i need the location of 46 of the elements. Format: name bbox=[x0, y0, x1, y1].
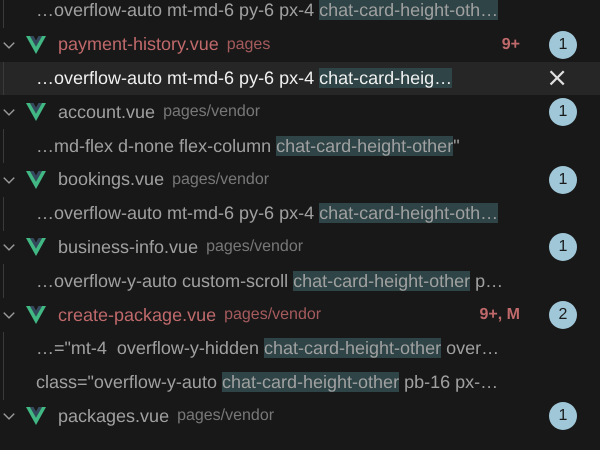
match-text: …overflow-auto mt-md-6 py-6 px-4 chat-card-height-oth… bbox=[36, 0, 498, 22]
file-path: pages/vendor bbox=[177, 407, 274, 426]
match-text: …="mt-4 overflow-y-hidden chat-card-height-other over… bbox=[36, 338, 500, 360]
match-text: class="overflow-y-auto chat-card-height-other pb-16 px-… bbox=[36, 372, 498, 394]
dismiss-button[interactable]: × bbox=[542, 65, 572, 92]
file-path: pages/vendor bbox=[163, 103, 260, 122]
search-result-line[interactable]: …overflow-auto mt-md-6 py-6 px-4 chat-card-height-oth… bbox=[0, 0, 600, 28]
file-path: pages bbox=[226, 36, 270, 54]
problem-count: 9+ bbox=[502, 36, 520, 54]
file-row[interactable]: create-package.vue pages/vendor 9+, M 2 bbox=[0, 298, 600, 332]
search-result-line[interactable]: class="overflow-y-auto chat-card-height-other pb-16 px-… bbox=[0, 366, 600, 400]
v-logo-icon bbox=[26, 306, 46, 324]
match-text: …md-flex d-none flex-column chat-card-height-other" bbox=[36, 136, 460, 157]
search-result-line[interactable]: …overflow-y-auto custom-scroll chat-card-height-other p… bbox=[0, 264, 600, 298]
v-logo-icon bbox=[26, 238, 46, 256]
search-result-line[interactable]: …overflow-auto mt-md-6 py-6 px-4 chat-card-height-oth… bbox=[0, 196, 600, 231]
match-text: …overflow-y-auto custom-scroll chat-card-height-other p… bbox=[36, 270, 504, 292]
search-result-line[interactable]: …md-flex d-none flex-column chat-card-height-other" bbox=[0, 129, 600, 163]
match-text: …overflow-auto mt-md-6 py-6 px-4 chat-card-heig… bbox=[36, 68, 452, 89]
file-name: payment-history.vue bbox=[58, 34, 219, 56]
file-row[interactable]: business-info.vue pages/vendor 1 bbox=[0, 230, 600, 264]
match-count: 1 bbox=[549, 98, 577, 126]
match-count: 1 bbox=[549, 30, 577, 59]
file-path: pages/vendor bbox=[172, 170, 270, 189]
match-count: 1 bbox=[549, 402, 577, 430]
file-name: account.vue bbox=[58, 102, 156, 123]
search-result-line[interactable]: …="mt-4 overflow-y-hidden chat-card-height-other over… bbox=[0, 332, 600, 366]
file-name: bookings.vue bbox=[58, 169, 164, 190]
file-path: pages/vendor bbox=[206, 238, 304, 256]
v-logo-icon bbox=[26, 407, 46, 426]
file-row[interactable]: bookings.vue pages/vendor 1 bbox=[0, 162, 600, 197]
file-row[interactable]: packages.vue pages/vendor 1 bbox=[0, 400, 600, 434]
v-logo-icon bbox=[26, 103, 46, 122]
file-name: create-package.vue bbox=[58, 304, 216, 326]
match-count: 2 bbox=[549, 301, 577, 330]
file-name: packages.vue bbox=[58, 406, 170, 427]
match-count: 1 bbox=[549, 166, 577, 194]
match-text: …overflow-auto mt-md-6 py-6 px-4 chat-card-height-oth… bbox=[36, 203, 498, 224]
match-count: 1 bbox=[549, 233, 577, 262]
problem-count: 9+, M bbox=[480, 306, 520, 324]
file-row[interactable]: account.vue pages/vendor 1 bbox=[0, 95, 600, 130]
file-path: pages/vendor bbox=[224, 306, 322, 324]
v-logo-icon bbox=[26, 170, 46, 189]
v-logo-icon bbox=[26, 36, 46, 54]
file-row[interactable]: payment-history.vue pages 9+ 1 bbox=[0, 28, 600, 62]
file-name: business-info.vue bbox=[58, 236, 198, 258]
